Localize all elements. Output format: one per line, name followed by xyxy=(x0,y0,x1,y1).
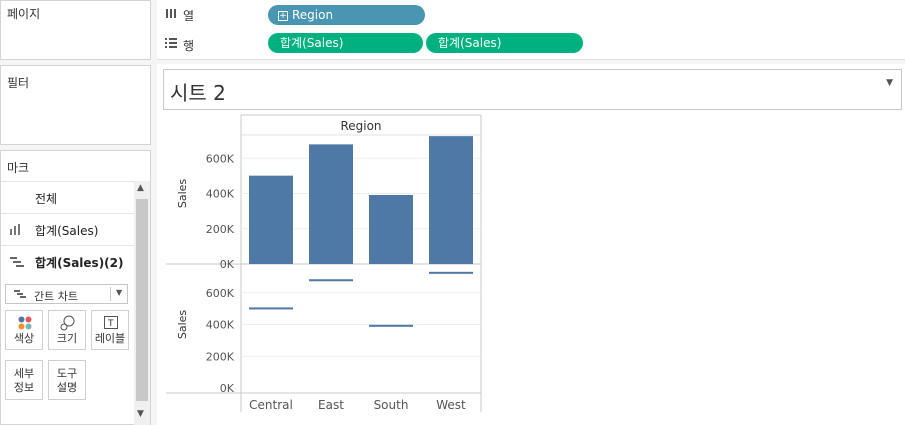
y-tick-label: 400K xyxy=(206,188,235,201)
x-tick-label: West xyxy=(436,398,466,412)
bar xyxy=(369,194,413,264)
x-tick-label: East xyxy=(318,398,344,412)
y-axis-title: Sales xyxy=(176,310,189,340)
x-tick-label: South xyxy=(374,398,409,412)
bar xyxy=(249,175,293,264)
y-tick-label: 200K xyxy=(206,223,235,236)
y-tick-label: 600K xyxy=(206,287,235,300)
y-axis-title: Sales xyxy=(176,179,189,209)
y-tick-label: 400K xyxy=(206,319,235,332)
y-tick-label: 200K xyxy=(206,350,235,363)
bar xyxy=(309,144,353,264)
y-tick-label: 600K xyxy=(206,152,235,165)
column-header: Region xyxy=(340,119,381,133)
gantt-mark xyxy=(309,279,353,282)
y-tick-label: 0K xyxy=(220,258,235,271)
chart: Region 0K 200K 400K 600K Sales 0K 200K 400K 600K S… xyxy=(166,114,482,412)
gantt-mark xyxy=(429,271,473,274)
bar xyxy=(429,136,473,264)
x-tick-label: Central xyxy=(249,398,293,412)
gantt-mark xyxy=(249,307,293,310)
gantt-mark xyxy=(369,324,413,327)
y-tick-label: 0K xyxy=(220,382,235,395)
